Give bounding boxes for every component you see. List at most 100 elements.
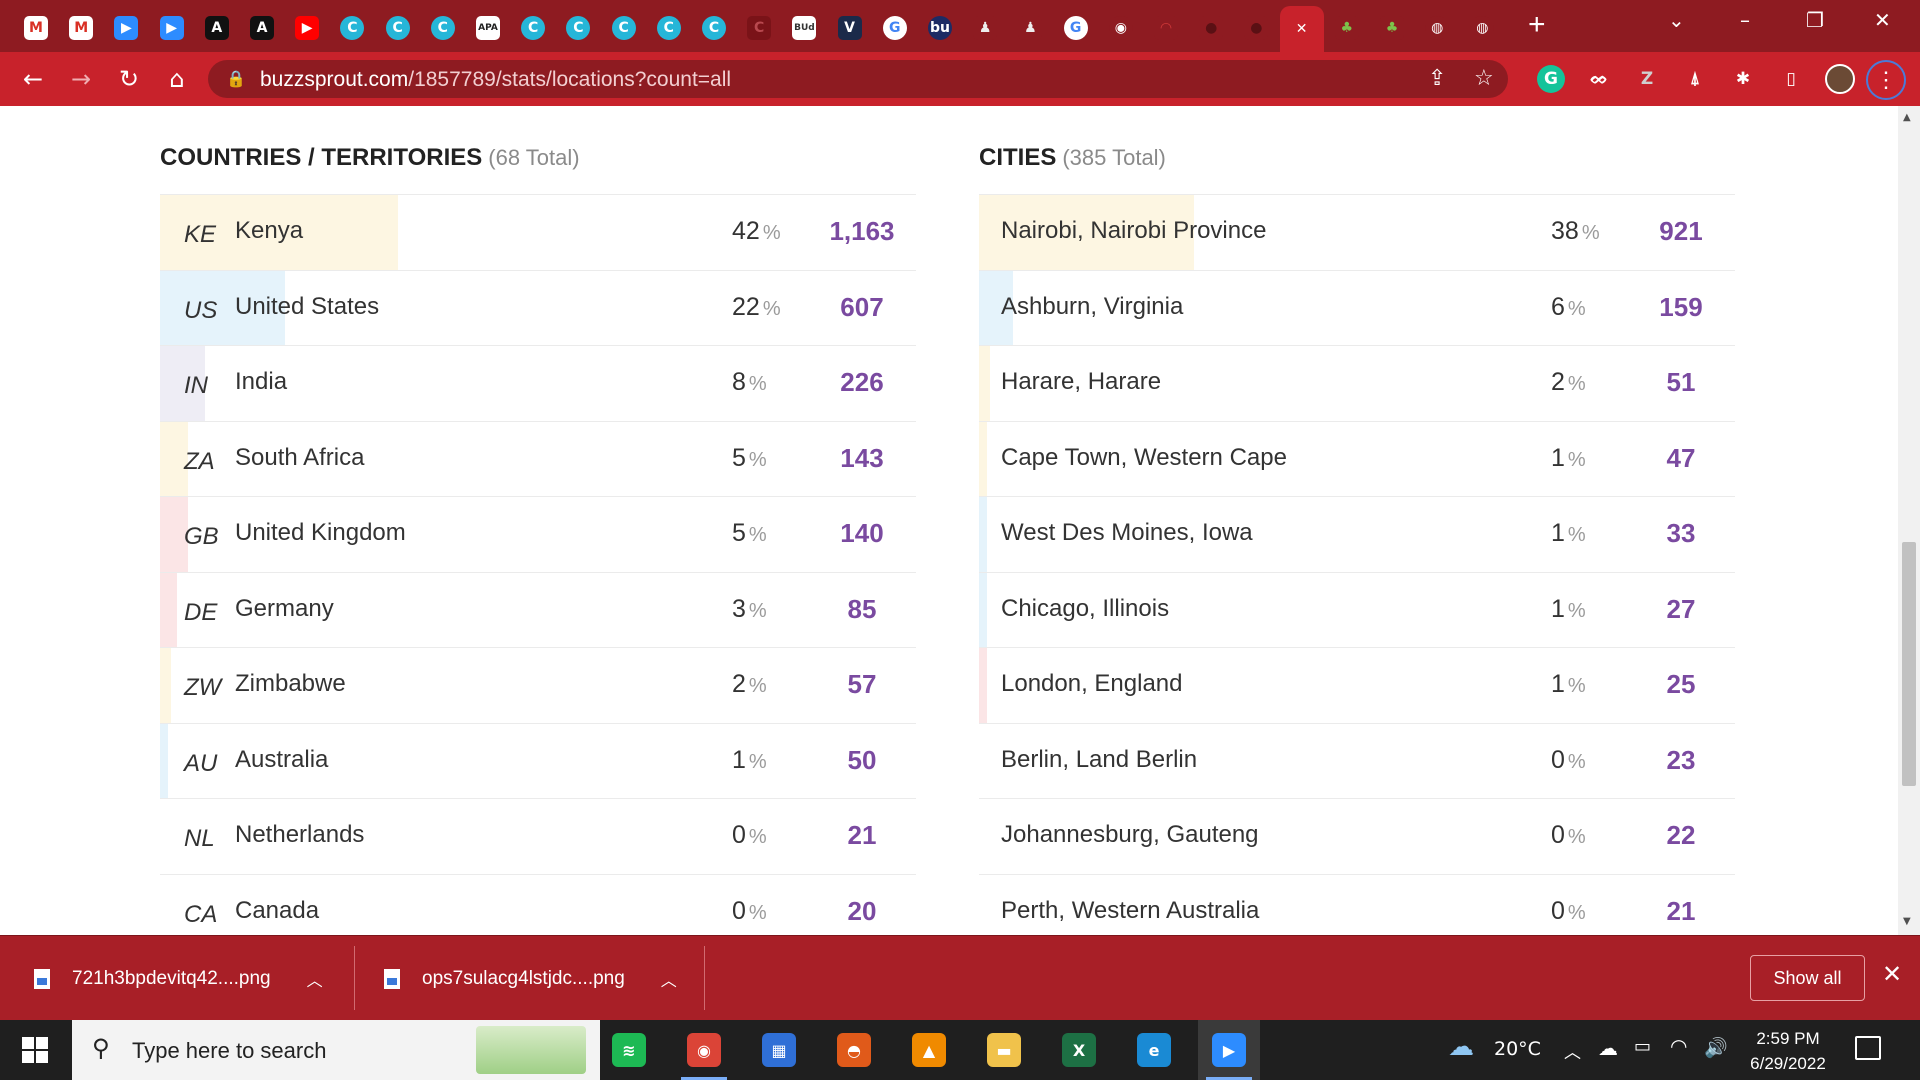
taskbar-search-box[interactable]: ⚲ Type here to search [72,1020,600,1080]
taskbar-app[interactable]: ▶ [1198,1020,1260,1080]
browser-tab[interactable]: ▶ [150,8,194,48]
scroll-down-icon[interactable]: ▼ [1903,916,1911,927]
wifi-icon[interactable]: ◠ [1670,1034,1687,1058]
percentage: 3% [732,595,767,624]
profile-avatar[interactable] [1825,64,1855,94]
taskbar-app[interactable]: X [1048,1020,1110,1080]
browser-tab[interactable]: C [556,8,600,48]
percent-sign: % [748,675,767,697]
browser-tab[interactable]: C [737,8,781,48]
browser-tab[interactable]: ● [1189,8,1233,48]
cities-heading: CITIES (385 Total) [979,144,1166,171]
close-window-button[interactable]: ✕ [1874,8,1891,32]
browser-tab[interactable]: ♟ [963,8,1007,48]
taskbar-app[interactable]: ◉ [673,1020,735,1080]
browser-tab[interactable]: C [602,8,646,48]
browser-tab[interactable]: BUd [782,8,826,48]
browser-tab[interactable]: ▶ [285,8,329,48]
browser-tab[interactable]: G [1054,8,1098,48]
chevron-up-icon[interactable]: ︿ [1564,1038,1581,1063]
a-letter-icon: A [250,16,274,40]
close-tab-icon[interactable]: ✕ [1289,17,1314,41]
share-icon[interactable]: ⇪ [1428,66,1446,91]
browser-tab[interactable]: M [59,8,103,48]
taskbar-app[interactable]: ▬ [973,1020,1035,1080]
country-code: ZA [184,447,215,475]
reload-icon[interactable]: ↻ [112,62,146,96]
vlc-icon: ▲ [912,1033,946,1067]
browser-tab[interactable]: ◠ [1144,8,1188,48]
canva-icon: C [521,16,546,40]
vertical-scrollbar[interactable]: ▲ ▼ [1898,106,1920,935]
home-icon[interactable]: ⌂ [160,62,194,96]
browser-tab[interactable]: ◍ [1415,8,1459,48]
download-item[interactable]: 721h3bpdevitq42....png ︿ [34,936,323,1021]
onedrive-icon[interactable]: ☁ [1598,1036,1618,1060]
browser-tab[interactable]: ♣ [1325,8,1369,48]
show-all-button[interactable]: Show all [1750,955,1865,1001]
side-panel-icon[interactable]: ▯ [1777,65,1805,93]
canva-icon: C [430,16,455,40]
grammarly-icon[interactable]: G [1537,65,1565,93]
minimize-button[interactable]: – [1740,8,1750,32]
notification-icon[interactable] [1855,1036,1881,1060]
browser-tab[interactable]: C [330,8,374,48]
table-row: AU Australia 1% 50 [160,723,916,799]
browser-tab[interactable]: C [421,8,465,48]
browser-tab[interactable]: C [511,8,555,48]
browser-tab[interactable]: A [240,8,284,48]
weather-temperature[interactable]: 20°C [1494,1038,1541,1060]
chevron-up-icon[interactable]: ︿ [661,967,677,991]
browser-tab[interactable]: ♣ [1370,8,1414,48]
percentage-value: 0 [732,821,746,849]
close-icon[interactable]: ✕ [1882,960,1902,988]
bookmark-star-icon[interactable]: ☆ [1474,66,1494,91]
browser-tab[interactable]: ● [1234,8,1278,48]
taskbar-app[interactable]: ◓ [823,1020,885,1080]
extension-icon[interactable]: ᨖ [1585,65,1613,93]
browser-tab[interactable]: V [828,8,872,48]
browser-tab[interactable]: bu [918,8,962,48]
address-bar[interactable]: 🔒 buzzsprout.com/1857789/stats/locations… [208,60,1508,98]
excel-icon: X [1062,1033,1096,1067]
volume-icon[interactable]: 🔊 [1704,1036,1728,1059]
lock-icon: 🔒 [226,69,246,88]
browser-tab[interactable]: ♟ [1008,8,1052,48]
z-extension-icon[interactable]: Z [1633,65,1661,93]
battery-icon[interactable]: ▭ [1634,1036,1651,1057]
table-row: Johannesburg, Gauteng 0% 22 [979,799,1735,875]
restore-button[interactable]: ❐ [1806,8,1824,32]
taskbar-app[interactable]: ▦ [748,1020,810,1080]
browser-tab[interactable]: C [647,8,691,48]
browser-tab[interactable]: ▶ [104,8,148,48]
scrollbar-thumb[interactable] [1902,542,1916,786]
chrome-menu-icon[interactable]: ⋮ [1866,60,1906,100]
taskbar-app[interactable]: ≋ [598,1020,660,1080]
windows-start-icon[interactable] [22,1037,48,1063]
download-item[interactable]: ops7sulacg4lstjdc....png ︿ [384,936,677,1021]
browser-tab[interactable]: M [14,8,58,48]
tab-search-icon[interactable]: ⌄ [1668,8,1685,32]
percent-sign: % [1581,222,1600,244]
extension-icon[interactable]: ⍋ [1681,65,1709,93]
new-tab-button[interactable]: + [1528,10,1546,40]
browser-tab[interactable]: A [195,8,239,48]
weather-cloud-icon[interactable]: ☁ [1448,1032,1474,1062]
puzzle-icon[interactable]: ✱ [1729,65,1757,93]
taskbar-clock[interactable]: 2:59 PM 6/29/2022 [1738,1026,1838,1076]
browser-tab[interactable]: C [376,8,420,48]
browser-tab[interactable]: ◉ [1099,8,1143,48]
taskbar-app[interactable]: ▲ [898,1020,960,1080]
forward-icon[interactable]: → [64,62,98,96]
scroll-up-icon[interactable]: ▲ [1903,112,1911,123]
back-icon[interactable]: ← [16,62,50,96]
browser-tab[interactable]: C [692,8,736,48]
country-code: CA [184,900,218,928]
browser-tab[interactable]: ✕ [1279,6,1324,52]
browser-tab[interactable]: ◍ [1460,8,1504,48]
chevron-up-icon[interactable]: ︿ [307,967,323,991]
browser-tab[interactable]: G [873,8,917,48]
listen-count: 20 [847,895,877,926]
taskbar-app[interactable]: e [1123,1020,1185,1080]
browser-tab[interactable]: APA [466,8,510,48]
